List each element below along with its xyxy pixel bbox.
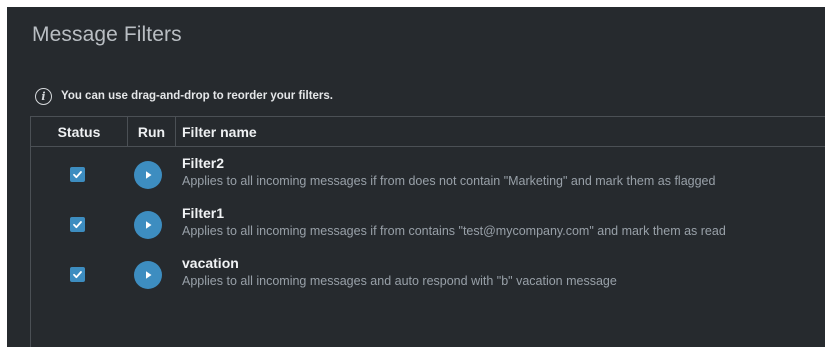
play-icon [146,221,152,229]
status-checkbox-checked-icon[interactable] [70,217,85,232]
table-row[interactable]: Filter1 Applies to all incoming messages… [31,205,825,255]
column-header-filter-name[interactable]: Filter name [176,117,825,146]
notice-text: You can use drag-and-drop to reorder you… [61,90,333,102]
status-checkbox-checked-icon[interactable] [70,167,85,182]
run-filter-button[interactable] [134,161,162,189]
page-title: Message Filters [32,23,182,46]
table-header: Status Run Filter name [31,117,825,147]
reorder-notice: i You can use drag-and-drop to reorder y… [35,85,333,107]
play-icon [146,171,152,179]
run-filter-button[interactable] [134,211,162,239]
column-header-status[interactable]: Status [31,117,128,146]
run-filter-button[interactable] [134,261,162,289]
filter-name: vacation [182,255,239,271]
filter-description: Applies to all incoming messages if from… [182,174,716,188]
play-icon [146,271,152,279]
table-row[interactable]: Filter2 Applies to all incoming messages… [31,155,825,205]
filter-name: Filter2 [182,155,225,171]
message-filters-panel: Message Filters i You can use drag-and-d… [7,7,825,347]
filters-table: Status Run Filter name Filter2 Applies t… [30,116,825,347]
info-icon: i [35,87,52,105]
status-checkbox-checked-icon[interactable] [70,267,85,282]
table-row[interactable]: vacation Applies to all incoming message… [31,255,825,305]
filter-description: Applies to all incoming messages if from… [182,224,726,238]
column-header-run[interactable]: Run [128,117,176,146]
filter-description: Applies to all incoming messages and aut… [182,274,617,288]
filter-name: Filter1 [182,205,225,221]
